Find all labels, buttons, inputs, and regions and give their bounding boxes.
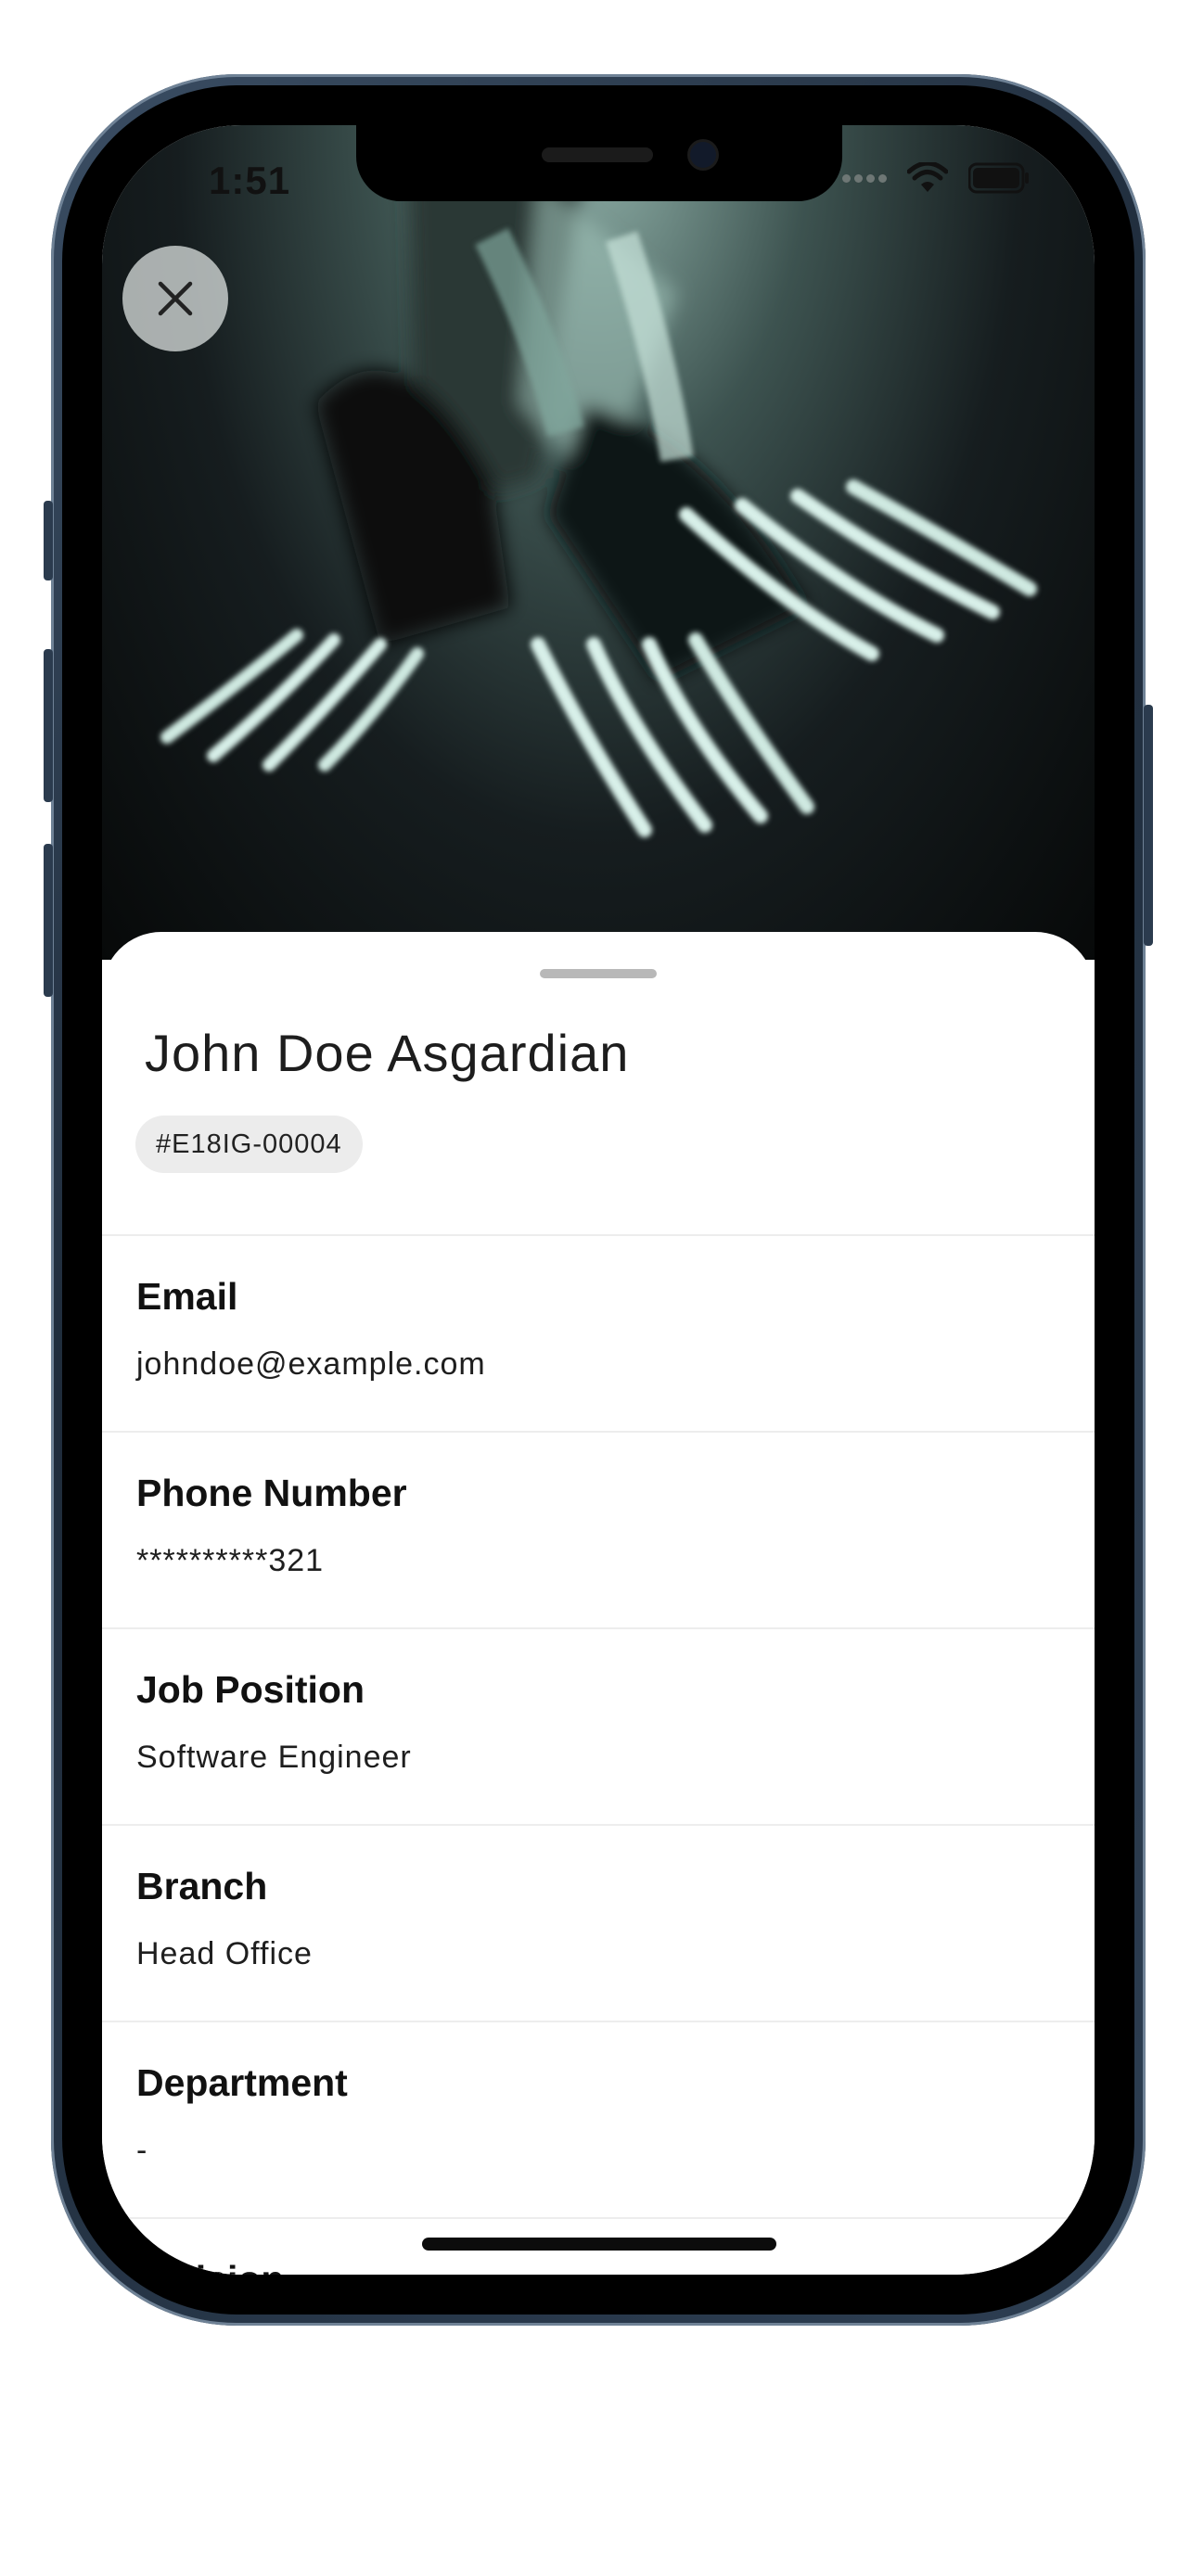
field-label: Phone Number [136, 1472, 407, 1514]
field-email: Email johndoe@example.com [136, 1275, 1064, 1383]
sheet-drag-handle[interactable] [540, 969, 657, 978]
profile-name: John Doe Asgardian [145, 1024, 630, 1082]
divider [102, 1234, 1095, 1236]
status-icons [842, 162, 1030, 194]
power-button [1144, 705, 1153, 946]
divider [102, 1824, 1095, 1826]
battery-icon [968, 162, 1029, 194]
field-label: Job Position [136, 1668, 365, 1711]
field-value: johndoe@example.com [136, 1346, 486, 1382]
app-screen: 1:51 John Doe Asgardian #E18IG-00004 Ema… [102, 125, 1095, 2275]
volume-down-button [44, 844, 53, 997]
field-label: Branch [136, 1865, 268, 1907]
divider [102, 2021, 1095, 2022]
divider [102, 2217, 1095, 2219]
front-camera [690, 142, 716, 168]
field-department: Department - [136, 2061, 1064, 2169]
field-value: Head Office [136, 1936, 313, 1971]
divider [102, 1431, 1095, 1433]
hero-image: 1:51 [102, 125, 1095, 960]
field-branch: Branch Head Office [136, 1865, 1064, 1972]
status-time: 1:51 [209, 159, 291, 202]
device-notch [356, 125, 842, 201]
field-job-position: Job Position Software Engineer [136, 1668, 1064, 1776]
mute-switch [44, 501, 53, 580]
field-label: Email [136, 1275, 238, 1318]
field-value: - [136, 2133, 148, 2168]
speaker-grille [542, 147, 653, 162]
field-value: Software Engineer [136, 1740, 412, 1775]
home-indicator[interactable] [422, 2238, 776, 2251]
field-label: Department [136, 2061, 348, 2104]
divider [102, 1627, 1095, 1629]
close-icon [158, 281, 193, 316]
field-label: Division [136, 2258, 1064, 2275]
cellular-signal-icon [842, 173, 887, 183]
field-value: **********321 [136, 1543, 325, 1578]
forks-photo [160, 162, 1037, 837]
wifi-icon [907, 162, 948, 192]
employee-id-badge: #E18IG-00004 [135, 1116, 363, 1173]
volume-up-button [44, 649, 53, 802]
field-division: Division [136, 2258, 1064, 2275]
profile-bottom-sheet[interactable]: John Doe Asgardian #E18IG-00004 Email jo… [102, 932, 1095, 2275]
field-phone-number: Phone Number **********321 [136, 1472, 1064, 1579]
close-button[interactable] [122, 246, 228, 351]
